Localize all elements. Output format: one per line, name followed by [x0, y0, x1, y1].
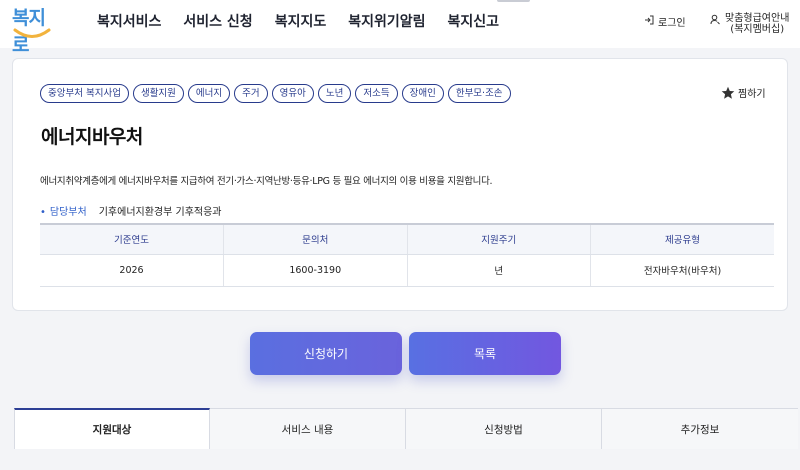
login-link[interactable]: 로그인: [644, 14, 686, 29]
bokjiro-logo[interactable]: 복지로: [10, 3, 54, 56]
star-icon: [721, 86, 735, 99]
cell-support-cycle: 년: [407, 254, 591, 287]
tab-how-to-apply[interactable]: 신청방법: [406, 409, 602, 449]
guide-label: 맞춤형급여안내 (복지멤버십): [725, 13, 789, 35]
guide-label-line2: (복지멤버십): [730, 24, 785, 35]
cell-contact: 1600-3190: [223, 254, 408, 287]
detail-tabs: 지원대상 서비스 내용 신청방법 추가정보: [14, 408, 798, 470]
cell-provision-type: 전자바우처(바우처): [590, 254, 774, 287]
favorite-button[interactable]: 찜하기: [721, 85, 766, 100]
tag-central-ministry[interactable]: 중앙부처 복지사업: [40, 84, 129, 103]
department-info: 담당부처 기후에너지환경부 기후적응과: [40, 203, 222, 218]
logo-smile-icon: [13, 28, 51, 38]
table-header-row: 기준연도 문의처 지원주기 제공유형: [40, 223, 774, 255]
login-label: 로그인: [658, 18, 686, 29]
list-button[interactable]: 목록: [409, 332, 561, 375]
tag-housing[interactable]: 주거: [234, 84, 268, 103]
category-tags: 중앙부처 복지사업 생활지원 에너지 주거 영유아 노년 저소득 장애인 한부모…: [40, 84, 515, 103]
service-info-table: 기준연도 문의처 지원주기 제공유형 2026 1600-3190 년 전자바우…: [40, 223, 774, 287]
tag-infants[interactable]: 영유아: [271, 84, 314, 103]
tag-energy[interactable]: 에너지: [187, 84, 231, 103]
header-support-cycle: 지원주기: [407, 223, 591, 255]
tag-single-parent[interactable]: 한부모·조손: [447, 84, 511, 103]
header-contact: 문의처: [223, 223, 408, 255]
guide-label-line1: 맞춤형급여안내: [725, 13, 790, 24]
department-value: 기후에너지환경부 기후적응과: [98, 207, 222, 218]
cell-base-year: 2026: [40, 254, 224, 287]
nav-service-apply[interactable]: 서비스 신청: [183, 11, 252, 31]
tag-elderly[interactable]: 노년: [317, 84, 352, 103]
tag-living-support[interactable]: 생활지원: [132, 84, 184, 103]
header-base-year: 기준연도: [40, 223, 224, 255]
department-label: 담당부처: [40, 203, 87, 218]
person-search-icon: [710, 14, 720, 25]
header-provision-type: 제공유형: [590, 223, 774, 255]
gnb-indicator: [497, 0, 530, 2]
tab-eligibility[interactable]: 지원대상: [14, 408, 210, 449]
service-detail-card: 중앙부처 복지사업 생활지원 에너지 주거 영유아 노년 저소득 장애인 한부모…: [12, 58, 788, 311]
tab-additional-info[interactable]: 추가정보: [602, 409, 798, 449]
tab-service-content[interactable]: 서비스 내용: [210, 409, 406, 449]
tag-low-income[interactable]: 저소득: [355, 84, 398, 103]
service-description: 에너지취약계층에게 에너지바우처를 지급하여 전기·가스·지역난방·등유·LPG…: [40, 176, 493, 187]
nav-welfare-report[interactable]: 복지신고: [448, 11, 500, 31]
main-nav: 복지서비스 서비스 신청 복지지도 복지위기알림 복지신고: [97, 11, 519, 31]
nav-crisis-alert[interactable]: 복지위기알림: [348, 11, 425, 31]
favorite-label: 찜하기: [738, 89, 766, 100]
service-title: 에너지바우처: [41, 126, 143, 148]
table-row: 2026 1600-3190 년 전자바우처(바우처): [40, 254, 774, 287]
site-header: 복지로 복지서비스 서비스 신청 복지지도 복지위기알림 복지신고 로그인 맞춤…: [0, 0, 800, 56]
nav-welfare-map[interactable]: 복지지도: [275, 11, 327, 31]
tag-disabled[interactable]: 장애인: [401, 84, 444, 103]
login-icon: [645, 15, 654, 25]
nav-welfare-services[interactable]: 복지서비스: [97, 11, 161, 31]
apply-button[interactable]: 신청하기: [250, 332, 402, 375]
custom-benefit-guide-link[interactable]: 맞춤형급여안내 (복지멤버십): [710, 13, 789, 35]
